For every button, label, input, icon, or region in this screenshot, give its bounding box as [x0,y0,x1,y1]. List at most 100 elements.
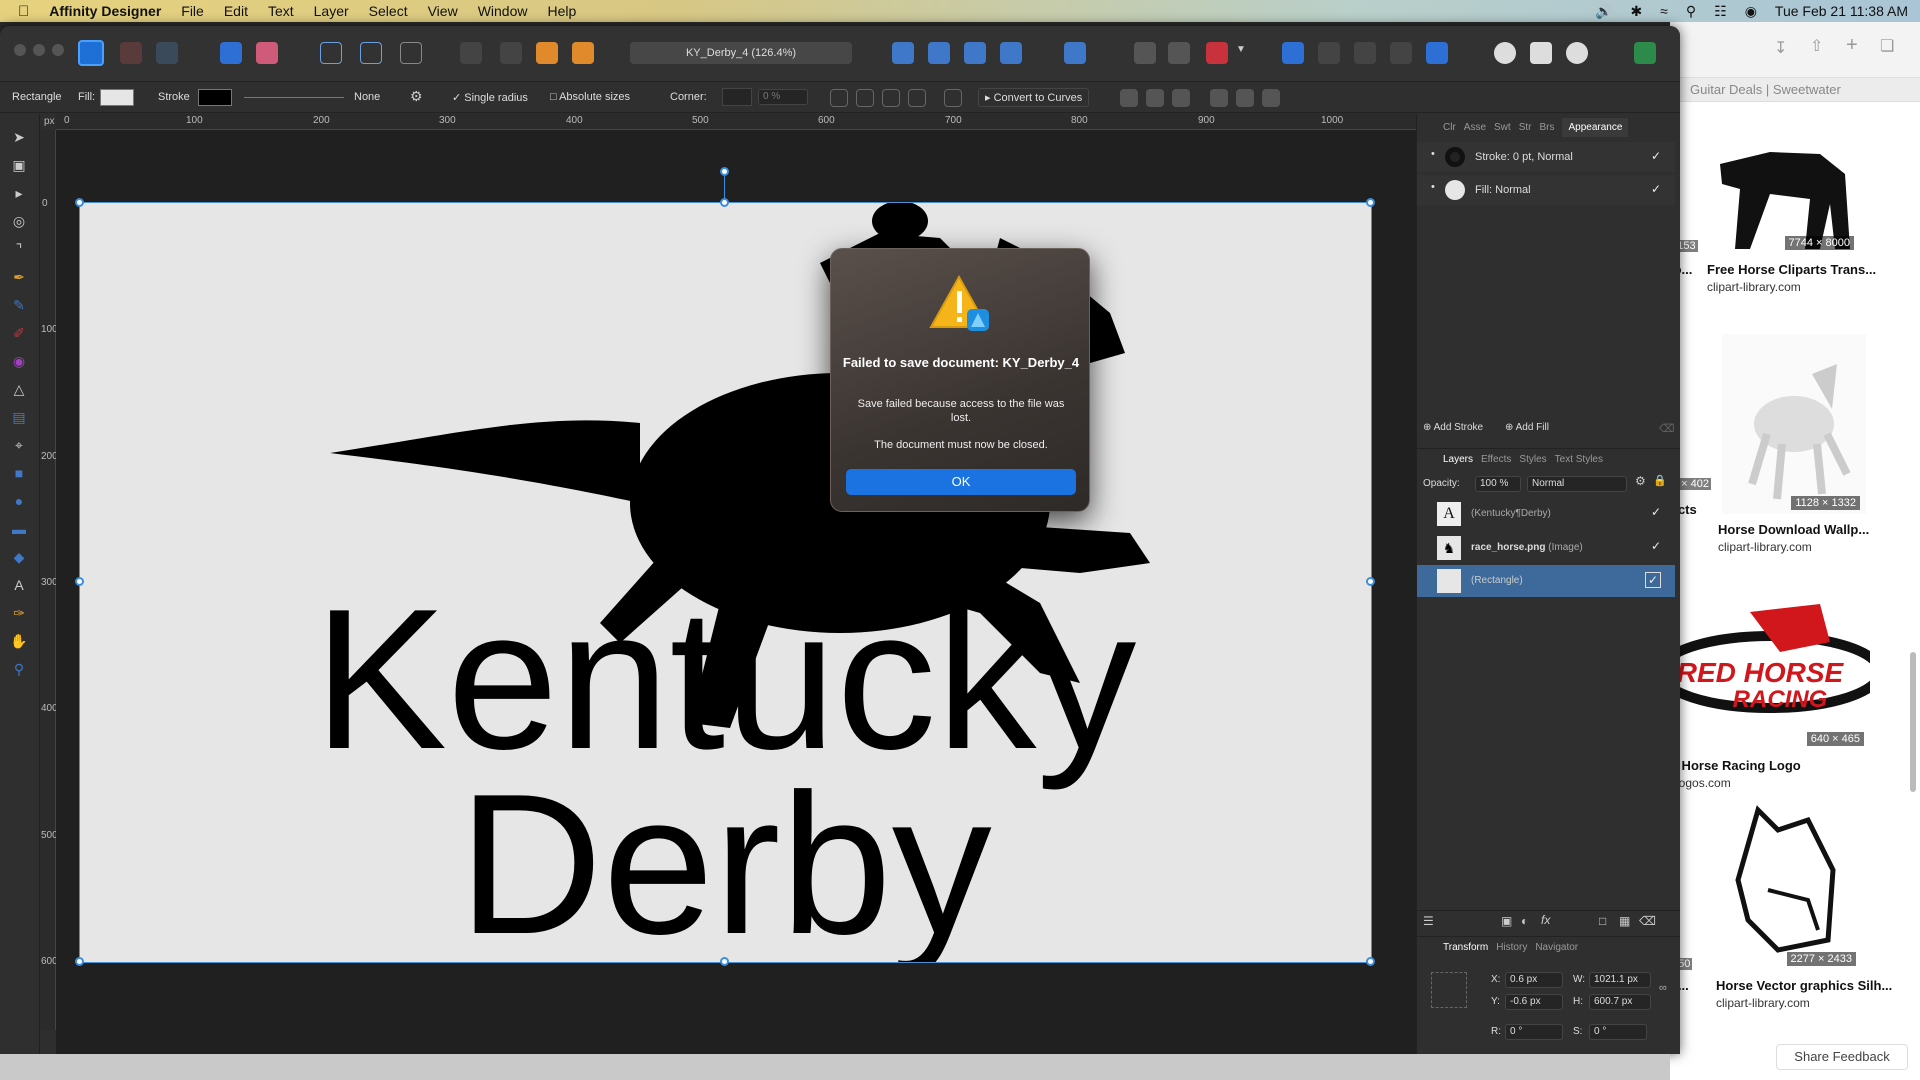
blend-mode-dropdown[interactable]: Normal [1527,476,1627,492]
menu-layer[interactable]: Layer [304,3,359,19]
eyedropper-icon[interactable]: ✑ [10,604,28,622]
layer-row-selected[interactable]: (Rectangle) ✓ [1417,565,1675,597]
add-fill-button[interactable]: ⊕ Add Fill [1505,422,1549,433]
lock-icon[interactable]: 🔒 [1653,474,1667,487]
layer-row[interactable]: ♞ race_horse.png (Image) ✓ [1417,532,1675,564]
vector-brush-icon[interactable]: ✐ [10,324,28,342]
corner-tool-icon[interactable]: ⌝ [10,240,28,258]
tab-layers[interactable]: Layers [1443,454,1473,465]
align-top-icon[interactable] [1210,89,1228,107]
tab-assets[interactable]: Asse [1464,122,1486,133]
move-tool-icon[interactable]: ➤ [10,128,28,146]
result-caption[interactable]: d Horse Racing Logo klogos.com [1670,758,1801,790]
tab-color[interactable]: Clr [1443,122,1456,133]
transparency-tool-icon[interactable]: △ [10,380,28,398]
x-field[interactable]: 0.6 px [1505,972,1563,988]
designer-persona-icon[interactable] [78,40,104,66]
share-icon[interactable]: ⇧ [1810,36,1823,56]
result-thumb-2[interactable]: 1128 × 1332 [1722,334,1866,514]
bluetooth-icon[interactable]: ✱ [1630,3,1642,20]
siri-icon[interactable]: ◉ [1745,3,1757,20]
fill-tool-icon[interactable]: ◉ [10,352,28,370]
selection-handle[interactable] [75,577,84,586]
corner-value-field[interactable]: 0 % [758,89,808,105]
trash-icon[interactable]: ⌫ [1659,422,1675,435]
tab-text-styles[interactable]: Text Styles [1555,454,1603,465]
selection-handle[interactable] [75,198,84,207]
rotate-left-icon[interactable] [964,42,986,64]
boolean-subtract-icon[interactable] [1318,42,1340,64]
pixel-persona-icon[interactable] [120,42,142,64]
result-thumb-4[interactable]: 2277 × 2433 [1718,790,1862,970]
result-caption[interactable]: Free Horse Cliparts Trans... clipart-libr… [1707,262,1876,294]
fx-icon[interactable]: fx [1541,913,1550,927]
contour-tool-icon[interactable]: ◎ [10,212,28,230]
gear-icon[interactable]: ⚙ [410,88,423,105]
shear-field[interactable]: 0 ° [1589,1024,1647,1040]
boolean-divide-icon[interactable] [1426,42,1448,64]
ok-button[interactable]: OK [846,469,1076,495]
corner-type-dropdown[interactable] [722,88,752,106]
crop-tool-icon[interactable]: ⌖ [10,436,28,454]
menu-window[interactable]: Window [468,3,538,19]
opacity-field[interactable]: 100 % [1475,476,1521,492]
tab-history[interactable]: History [1496,942,1527,953]
isolation-icon[interactable] [320,42,342,64]
browser-tab[interactable]: Guitar Deals | Sweetwater [1670,78,1920,102]
result-thumb-3[interactable]: RED HORSE RACING 640 × 465 [1670,582,1885,750]
tab-navigator[interactable]: Navigator [1535,942,1578,953]
pen-tool-icon[interactable]: ✒ [10,268,28,286]
add-stroke-button[interactable]: ⊕ Add Stroke [1423,422,1483,433]
wifi-icon[interactable]: ≈ [1660,3,1668,19]
tab-styles[interactable]: Styles [1519,454,1546,465]
stroke-width-slider[interactable] [244,97,344,98]
close-window-button[interactable] [14,44,26,56]
rounded-rect-tool-icon[interactable]: ▬ [10,520,28,538]
rotation-handle[interactable] [720,167,729,176]
tabs-overview-icon[interactable]: ❏ [1880,36,1894,56]
share-feedback-button[interactable]: Share Feedback [1776,1044,1908,1070]
place-image-icon[interactable]: ▤ [10,408,28,426]
transform-icon[interactable] [400,42,422,64]
menu-clock[interactable]: Tue Feb 21 11:38 AM [1775,3,1908,19]
hand-tool-icon[interactable]: ✋ [10,632,28,650]
align-bottom-icon[interactable] [1262,89,1280,107]
node-tool-icon[interactable]: ▸ [10,184,28,202]
chevron-down-icon[interactable]: ▼ [1236,44,1246,55]
artboard-tool-icon[interactable]: ▣ [10,156,28,174]
insert-inside-icon[interactable] [1566,42,1588,64]
boolean-xor-icon[interactable] [1390,42,1412,64]
insert-top-icon[interactable] [1530,42,1552,64]
download-icon[interactable]: ↧ [1774,38,1787,58]
layers-stack-icon[interactable]: ☰ [1423,914,1434,928]
arrange-back-icon[interactable] [460,42,482,64]
align-right-icon[interactable] [1172,89,1190,107]
flip-vertical-icon[interactable] [928,42,950,64]
menu-edit[interactable]: Edit [214,3,258,19]
vertical-ruler[interactable]: 0 100 200 300 400 500 600 [40,130,58,1030]
rotation-field[interactable]: 0 ° [1505,1024,1563,1040]
fill-swatch[interactable] [100,89,134,106]
tab-stroke[interactable]: Str [1519,122,1532,133]
rectangle-tool-icon[interactable]: ■ [10,464,28,482]
h-field[interactable]: 600.7 px [1589,994,1651,1010]
mask-icon[interactable]: ▣ [1501,914,1512,928]
rotate-right-icon[interactable] [1000,42,1022,64]
add-pixel-layer-icon[interactable]: ▦ [1619,914,1630,928]
zoom-window-button[interactable] [52,44,64,56]
transform-origin-icon[interactable] [830,89,848,107]
align-left-icon[interactable] [1120,89,1138,107]
tab-appearance[interactable]: Appearance [1562,117,1629,137]
horizontal-ruler[interactable]: px 0 100 200 300 400 500 600 700 800 900… [44,114,1416,130]
menu-select[interactable]: Select [359,3,418,19]
adjustment-icon[interactable]: ◐ [1521,914,1528,928]
assistant-icon[interactable] [256,42,278,64]
anchor-selector[interactable] [1431,972,1467,1008]
delete-layer-icon[interactable]: ⌫ [1639,914,1656,928]
zoom-tool-icon[interactable]: ⚲ [10,660,28,678]
absolute-sizes-checkbox[interactable]: □ Absolute sizes [550,91,630,103]
snapping-magnet-icon[interactable] [1206,42,1228,64]
result-caption[interactable]: Horse Download Wallp... clipart-library.c… [1718,522,1869,554]
w-field[interactable]: 1021.1 px [1589,972,1651,988]
share-icon[interactable] [220,42,242,64]
